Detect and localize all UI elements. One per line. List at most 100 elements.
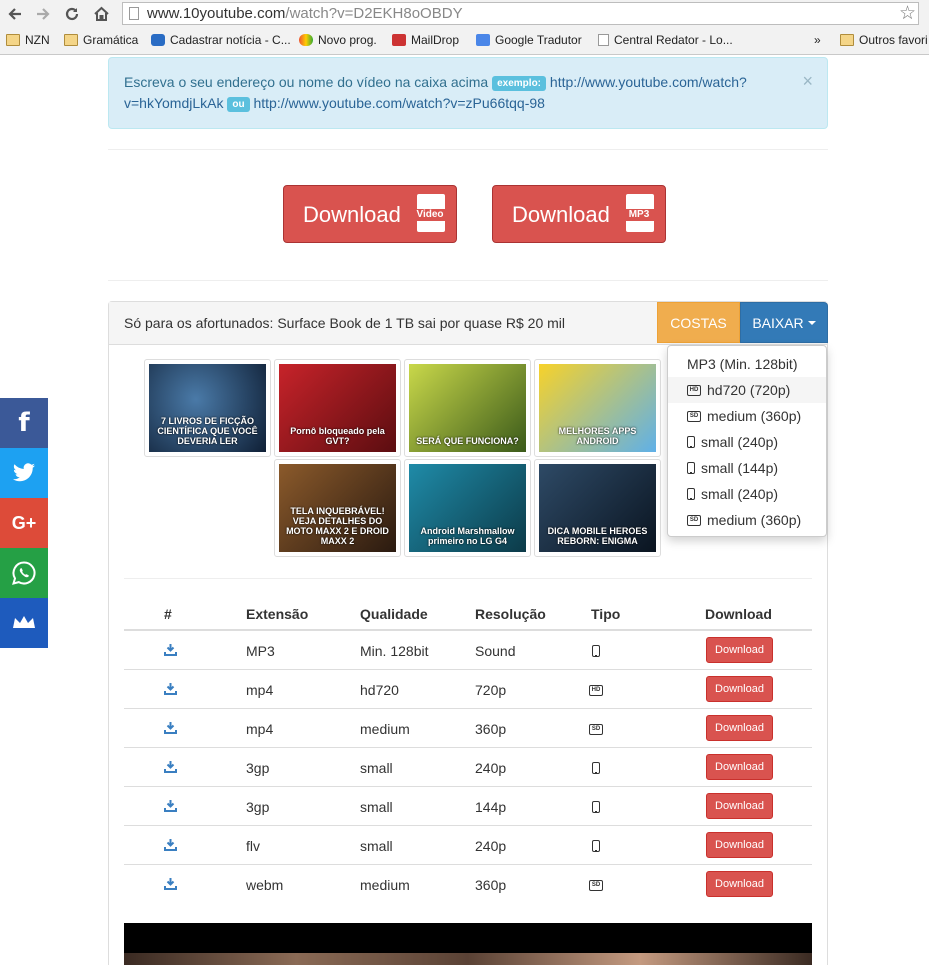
cell-extension: mp4 xyxy=(246,682,274,698)
download-icon[interactable] xyxy=(164,838,177,851)
related-video-thumb[interactable]: Pornô bloqueado pela GVT? xyxy=(274,359,401,457)
cell-extension: flv xyxy=(246,838,260,854)
cell-quality: medium xyxy=(360,877,410,893)
cell-resolution: Sound xyxy=(475,643,516,659)
home-icon xyxy=(93,6,109,21)
divider xyxy=(124,578,812,579)
download-icon[interactable] xyxy=(164,760,177,773)
thumbnail-image: Pornô bloqueado pela GVT? xyxy=(279,364,396,452)
costas-button[interactable]: COSTAS xyxy=(657,302,740,343)
menu-item-hd720[interactable]: HD hd720 (720p) xyxy=(668,377,826,403)
download-video-button[interactable]: Download Video xyxy=(283,185,457,243)
row-download-button[interactable]: Download xyxy=(706,832,773,858)
related-video-thumb[interactable]: TELA INQUEBRÁVEL! VEJA DETALHES DO MOTO … xyxy=(274,459,401,557)
menu-item-medium-360-webm[interactable]: SD medium (360p) xyxy=(668,507,826,533)
row-download-button[interactable]: Download xyxy=(706,754,773,780)
mobile-phone-icon xyxy=(592,645,600,657)
related-video-thumb[interactable]: SERÁ QUE FUNCIONA? xyxy=(404,359,531,457)
menu-item-small-144[interactable]: small (144p) xyxy=(668,455,826,481)
sd-icon: SD xyxy=(589,724,603,735)
address-bar[interactable]: www.10youtube.com/watch?v=D2EKH8oOBDY ☆ xyxy=(122,2,919,25)
column-header-quality: Qualidade xyxy=(360,606,428,622)
thumbnail-caption: MELHORES APPS ANDROID xyxy=(558,426,637,446)
or-badge: ou xyxy=(227,97,250,112)
baixar-dropdown-button[interactable]: BAIXAR xyxy=(740,302,828,343)
row-download-button[interactable]: Download xyxy=(706,715,773,741)
row-download-button[interactable]: Download xyxy=(706,637,773,663)
related-video-thumb[interactable]: Android Marshmallow primeiro no LG G4 xyxy=(404,459,531,557)
download-icon[interactable] xyxy=(164,799,177,812)
forward-arrow-icon xyxy=(37,8,50,20)
bookmark-label: NZN xyxy=(25,33,50,47)
site-icon xyxy=(392,34,406,46)
bookmark-gramatica[interactable]: Gramática xyxy=(64,33,138,47)
related-video-thumb[interactable]: DICA MOBILE HEROES REBORN: ENIGMA xyxy=(534,459,661,557)
menu-item-label: small (240p) xyxy=(701,434,779,450)
row-download-button[interactable]: Download xyxy=(706,676,773,702)
bookmark-novo-prog[interactable]: Novo prog. xyxy=(299,33,377,47)
bookmark-label: Google Tradutor xyxy=(495,33,582,47)
cell-quality: small xyxy=(360,799,393,815)
menu-item-mp3[interactable]: MP3 (Min. 128bit) xyxy=(668,351,826,377)
download-icon[interactable] xyxy=(164,877,177,890)
thumbnail-caption: Android Marshmallow primeiro no LG G4 xyxy=(420,526,515,546)
bookmark-google-tradutor[interactable]: Google Tradutor xyxy=(476,33,582,47)
bookmark-label: Novo prog. xyxy=(318,33,377,47)
thumbnail-image: TELA INQUEBRÁVEL! VEJA DETALHES DO MOTO … xyxy=(279,464,396,552)
close-icon[interactable]: × xyxy=(802,71,813,92)
row-download-button[interactable]: Download xyxy=(706,793,773,819)
whatsapp-share-button[interactable] xyxy=(0,548,48,598)
twitter-share-button[interactable] xyxy=(0,448,48,498)
example-link-1-cont[interactable]: v=hkYomdjLkAk xyxy=(124,95,223,111)
reload-button[interactable] xyxy=(61,3,83,25)
cell-resolution: 240p xyxy=(475,838,507,854)
video-player[interactable] xyxy=(124,923,812,965)
button-label: Download xyxy=(715,878,764,890)
google-plus-icon: G+ xyxy=(11,512,37,533)
home-button[interactable] xyxy=(90,3,112,25)
example-link-1[interactable]: http://www.youtube.com/watch? xyxy=(550,74,747,90)
thumbnail-caption: SERÁ QUE FUNCIONA? xyxy=(416,436,519,446)
menu-item-medium-360[interactable]: SD medium (360p) xyxy=(668,403,826,429)
example-link-2[interactable]: http://www.youtube.com/watch?v=zPu66tqq-… xyxy=(253,95,544,111)
download-icon[interactable] xyxy=(164,682,177,695)
reload-icon xyxy=(65,7,79,21)
download-icon[interactable] xyxy=(164,643,177,656)
column-header-number: # xyxy=(164,606,172,622)
video-frame xyxy=(124,953,812,965)
bookmark-label: Gramática xyxy=(83,33,139,47)
column-header-download: Download xyxy=(705,606,772,622)
facebook-share-button[interactable]: f xyxy=(0,398,48,448)
forward-button[interactable] xyxy=(32,3,54,25)
menu-item-small-240-flv[interactable]: small (240p) xyxy=(668,481,826,507)
page-icon xyxy=(129,7,139,20)
related-video-thumb[interactable]: 7 LIVROS DE FICÇÃO CIENTÍFICA QUE VOCÊ D… xyxy=(144,359,271,457)
download-icon[interactable] xyxy=(164,721,177,734)
row-download-button[interactable]: Download xyxy=(706,871,773,897)
back-button[interactable] xyxy=(4,3,26,25)
bookmarks-overflow-button[interactable]: » xyxy=(814,33,821,47)
bookmark-central-redator[interactable]: Central Redator - Lo... xyxy=(598,33,733,47)
related-video-thumb[interactable]: MELHORES APPS ANDROID xyxy=(534,359,661,457)
download-mp3-button[interactable]: Download MP3 xyxy=(492,185,666,243)
caret-down-icon xyxy=(807,320,816,325)
bookmark-cadastrar[interactable]: Cadastrar notícia - C... xyxy=(151,33,291,47)
thumbnail-image: MELHORES APPS ANDROID xyxy=(539,364,656,452)
google-plus-share-button[interactable]: G+ xyxy=(0,498,48,548)
button-label: Download xyxy=(715,800,764,812)
bookmark-star-icon[interactable]: ☆ xyxy=(899,2,916,25)
menu-item-label: MP3 (Min. 128bit) xyxy=(687,356,798,372)
alert-text: Escreva o seu endereço ou nome do vídeo … xyxy=(124,74,489,90)
bookmark-outros[interactable]: Outros favori xyxy=(840,33,928,47)
thumbnail-image: 7 LIVROS DE FICÇÃO CIENTÍFICA QUE VOCÊ D… xyxy=(149,364,266,452)
sumome-share-button[interactable] xyxy=(0,598,48,648)
mobile-phone-icon xyxy=(687,436,695,448)
mp3-file-icon: MP3 xyxy=(619,194,659,232)
menu-item-label: medium (360p) xyxy=(707,408,802,424)
bookmark-maildrop[interactable]: MailDrop xyxy=(392,33,459,47)
url-host: www.10youtube.com xyxy=(147,5,286,22)
column-header-resolution: Resolução xyxy=(475,606,546,622)
cell-quality: small xyxy=(360,760,393,776)
menu-item-small-240[interactable]: small (240p) xyxy=(668,429,826,455)
bookmark-nzn[interactable]: NZN xyxy=(6,33,50,47)
